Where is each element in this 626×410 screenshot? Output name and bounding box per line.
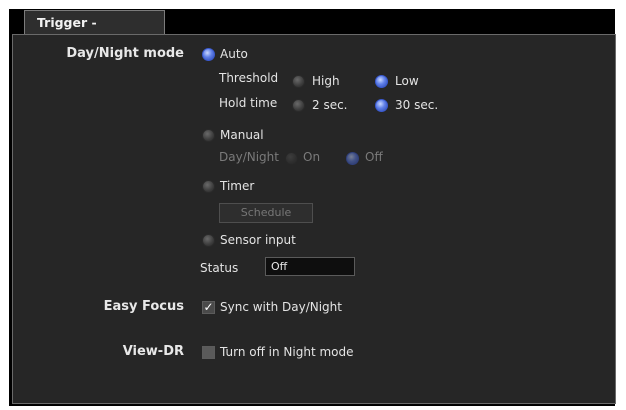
turn-off-night-checkbox[interactable]	[202, 346, 215, 359]
status-field: Off	[265, 257, 355, 276]
tab-trigger-day-night[interactable]: Trigger - Day/Night	[24, 10, 165, 54]
hold-30sec-label: 30 sec.	[395, 98, 439, 112]
day-night-mode-label: Day/Night mode	[66, 46, 184, 61]
turn-off-night-label: Turn off in Night mode	[220, 345, 354, 359]
manual-off-label: Off	[365, 150, 383, 164]
manual-day-night-label: Day/Night	[219, 150, 279, 164]
sync-day-night-label: Sync with Day/Night	[220, 300, 342, 314]
hold-2sec-radio[interactable]	[292, 99, 305, 112]
manual-label: Manual	[220, 128, 264, 142]
auto-radio[interactable]	[202, 48, 215, 61]
sync-day-night-checkbox[interactable]: ✓	[202, 301, 215, 314]
schedule-button[interactable]: Schedule	[219, 203, 313, 223]
easy-focus-label: Easy Focus	[103, 299, 184, 314]
timer-label: Timer	[220, 179, 255, 193]
manual-on-label: On	[303, 150, 321, 164]
threshold-low-radio[interactable]	[375, 75, 388, 88]
manual-off-radio[interactable]	[346, 152, 359, 165]
sensor-input-radio[interactable]	[202, 234, 215, 247]
status-label: Status	[200, 261, 239, 275]
threshold-label: Threshold	[219, 71, 279, 85]
timer-radio[interactable]	[202, 180, 215, 193]
manual-on-radio[interactable]	[285, 152, 298, 165]
threshold-high-label: High	[312, 74, 340, 88]
hold-time-label: Hold time	[219, 96, 278, 110]
hold-2sec-label: 2 sec.	[312, 98, 348, 112]
threshold-high-radio[interactable]	[292, 75, 305, 88]
view-dr-label: View-DR	[122, 344, 184, 359]
auto-label: Auto	[220, 47, 248, 61]
hold-30sec-radio[interactable]	[375, 99, 388, 112]
threshold-low-label: Low	[395, 74, 419, 88]
manual-radio[interactable]	[202, 129, 215, 142]
sensor-input-label: Sensor input	[220, 233, 296, 247]
